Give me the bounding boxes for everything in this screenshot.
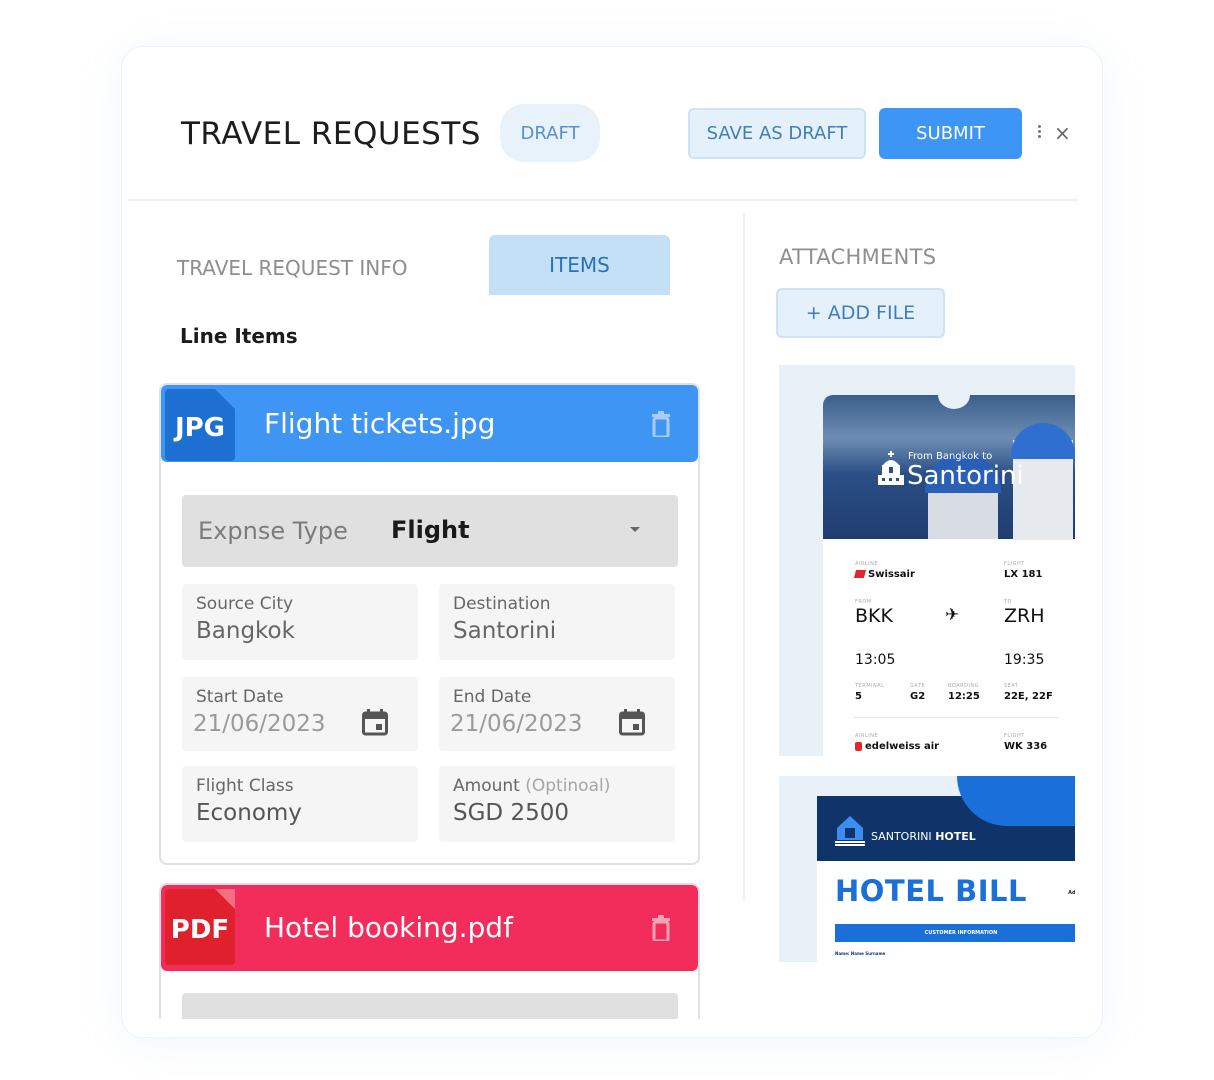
santorini-hero-image: From Bangkok to Santorini <box>823 395 1075 540</box>
amount-label: Amount (Optinoal) <box>453 776 611 796</box>
ticket-divider <box>853 717 1058 718</box>
close-icon[interactable]: × <box>1054 121 1071 145</box>
boarding-value: 12:25 <box>948 691 980 702</box>
jpg-file-icon: JPG <box>165 389 235 461</box>
departure-time: 13:05 <box>855 652 896 668</box>
start-date-value: 21/06/2023 <box>193 711 326 737</box>
boarding-pass: From Bangkok to Santorini AIRLINE Swissa… <box>823 395 1075 756</box>
seat-value: 22E, 22F <box>1004 691 1053 702</box>
amount-value: SGD 2500 <box>453 800 569 826</box>
pdf-file-icon: PDF <box>165 889 235 965</box>
destination-field[interactable]: Destination Santorini <box>439 584 675 660</box>
hotel-bill-document: SANTORINI HOTEL HOTEL BILL Addre CUSTOME… <box>817 776 1075 962</box>
source-city-label: Source City <box>196 594 294 614</box>
source-city-field[interactable]: Source City Bangkok <box>182 584 418 660</box>
seat-caption: SEAT <box>1004 683 1019 689</box>
expense-type-label: Expnse Type <box>198 517 348 545</box>
status-badge: DRAFT <box>500 104 600 162</box>
trash-icon[interactable] <box>652 915 670 941</box>
expense-type-select[interactable] <box>182 993 678 1019</box>
page-title: TRAVEL REQUESTS <box>181 116 481 152</box>
gate-value: G2 <box>910 691 926 702</box>
amount-field[interactable]: Amount (Optinoal) SGD 2500 <box>439 766 675 842</box>
tab-travel-request-info[interactable]: TRAVEL REQUEST INFO <box>177 256 407 280</box>
end-date-field[interactable]: End Date 21/06/2023 <box>439 677 675 751</box>
line-items-heading: Line Items <box>180 324 298 348</box>
arrival-time: 19:35 <box>1004 652 1045 668</box>
start-date-field[interactable]: Start Date 21/06/2023 <box>182 677 418 751</box>
line-item-card: PDF Hotel booking.pdf <box>159 883 700 1019</box>
file-type-label: PDF <box>170 915 230 945</box>
line-item-card: JPG Flight tickets.jpg Expnse Type Fligh… <box>159 383 700 865</box>
calendar-icon[interactable] <box>362 709 388 736</box>
from-airport: BKK <box>855 605 893 627</box>
church-icon <box>878 451 904 485</box>
end-date-value: 21/06/2023 <box>450 711 583 737</box>
line-item-header: PDF Hotel booking.pdf <box>161 885 698 971</box>
flight-number: WK 336 <box>1004 741 1048 752</box>
tab-items[interactable]: ITEMS <box>489 235 670 295</box>
flight-class-label: Flight Class <box>196 776 294 796</box>
airline-caption: AIRLINE <box>855 733 879 739</box>
terminal-caption: TERMINAL <box>855 683 885 689</box>
boarding-caption: BOARDING <box>948 683 980 689</box>
end-date-label: End Date <box>453 687 532 707</box>
bill-header: SANTORINI HOTEL <box>817 776 1075 861</box>
gate-caption: GATE <box>910 683 926 689</box>
edelweiss-logo-icon <box>855 741 862 751</box>
destination-value: Santorini <box>453 618 557 644</box>
add-file-button[interactable]: + ADD FILE <box>776 288 945 338</box>
file-name: Hotel booking.pdf <box>264 911 513 944</box>
hotel-bill-thumbnail[interactable]: SANTORINI HOTEL HOTEL BILL Addre CUSTOME… <box>779 776 1075 962</box>
chevron-down-icon[interactable] <box>630 527 640 532</box>
airline-caption: AIRLINE <box>855 561 879 567</box>
expense-type-value: Flight <box>391 516 470 544</box>
flight-ticket-thumbnail[interactable]: From Bangkok to Santorini AIRLINE Swissa… <box>779 365 1075 756</box>
hotel-name: SANTORINI HOTEL <box>871 830 976 843</box>
column-divider <box>743 213 745 901</box>
terminal-value: 5 <box>855 691 862 702</box>
source-city-value: Bangkok <box>196 618 295 644</box>
optional-hint: (Optinoal) <box>525 776 611 796</box>
attachments-heading: ATTACHMENTS <box>779 245 937 269</box>
flight-class-value: Economy <box>196 800 302 826</box>
ticket-destination: Santorini <box>907 461 1024 491</box>
customer-name-line: Name: Name Surname <box>835 951 886 956</box>
flight-caption: FLIGHT <box>1004 733 1025 739</box>
hotel-logo-icon <box>835 816 865 846</box>
airline-name: Swissair <box>853 569 915 580</box>
expense-type-select[interactable]: Expnse Type Flight <box>182 495 678 567</box>
flight-number: LX 181 <box>1004 569 1043 580</box>
airline-name: edelweiss air <box>855 741 939 752</box>
swissair-logo-icon <box>853 570 867 578</box>
plane-icon: ✈ <box>945 605 960 625</box>
trash-icon[interactable] <box>652 411 670 437</box>
bill-title: HOTEL BILL <box>835 874 1027 908</box>
flight-class-field[interactable]: Flight Class Economy <box>182 766 418 842</box>
more-vertical-icon[interactable] <box>1034 124 1044 146</box>
line-item-header: JPG Flight tickets.jpg <box>161 385 698 462</box>
flight-caption: FLIGHT <box>1004 561 1025 567</box>
bill-address-label: Addre <box>1068 890 1075 896</box>
submit-button[interactable]: SUBMIT <box>879 108 1022 159</box>
save-as-draft-button[interactable]: SAVE AS DRAFT <box>688 108 866 159</box>
header-divider <box>128 199 1078 201</box>
destination-label: Destination <box>453 594 551 614</box>
file-type-label: JPG <box>174 413 226 443</box>
calendar-icon[interactable] <box>619 709 645 736</box>
to-airport: ZRH <box>1004 605 1045 627</box>
start-date-label: Start Date <box>196 687 284 707</box>
customer-info-bar: CUSTOMER INFORMATION <box>835 924 1075 942</box>
file-name: Flight tickets.jpg <box>264 407 496 440</box>
